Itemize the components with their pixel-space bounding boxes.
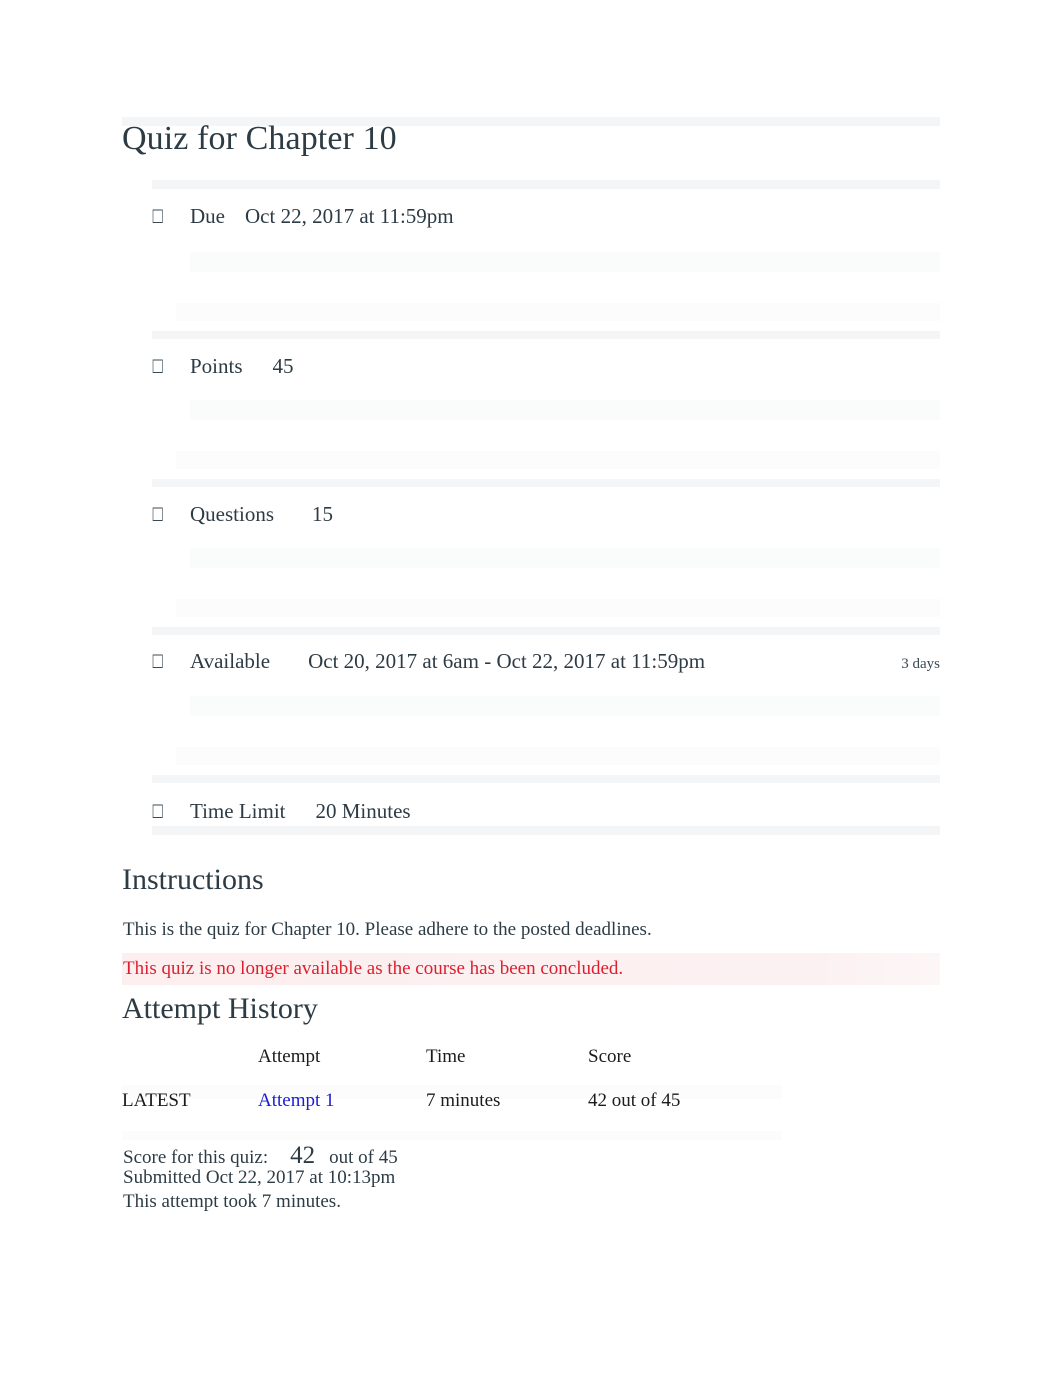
background-band xyxy=(190,548,940,568)
cell-kept-label: LATEST xyxy=(122,1090,191,1111)
attempt-link[interactable]: Attempt 1 xyxy=(258,1090,335,1111)
meta-value-due: Oct 22, 2017 at 11:59pm xyxy=(245,204,454,228)
background-band xyxy=(190,252,940,272)
meta-label-points: Points xyxy=(190,354,243,378)
background-band xyxy=(152,180,940,189)
meta-duration-badge: 3 days xyxy=(901,656,940,672)
attempt-duration: This attempt took 7 minutes. xyxy=(123,1191,341,1212)
instructions-body: This is the quiz for Chapter 10. Please … xyxy=(123,919,652,940)
list-bullet-icon: ⎕ xyxy=(152,504,164,526)
background-band xyxy=(152,627,940,635)
background-band xyxy=(176,451,940,469)
column-header-kept xyxy=(122,1046,258,1090)
attempt-history-heading: Attempt History xyxy=(122,992,318,1025)
quiz-meta-row-due: ⎕ Due Oct 22, 2017 at 11:59pm xyxy=(122,203,940,230)
meta-value-available: Oct 20, 2017 at 6am - Oct 22, 2017 at 11… xyxy=(308,649,706,673)
quiz-meta-row-time-limit: ⎕ Time Limit 20 Minutes xyxy=(122,798,940,825)
instructions-heading: Instructions xyxy=(122,863,264,896)
meta-label-due: Due xyxy=(190,204,225,228)
meta-value-points: 45 xyxy=(272,354,294,378)
quiz-meta-row-available: ⎕ Available Oct 20, 2017 at 6am - Oct 22… xyxy=(122,648,940,675)
background-band xyxy=(176,747,940,765)
quiz-meta-row-points: ⎕ Points 45 xyxy=(122,353,940,380)
column-header-time: Time xyxy=(426,1046,466,1067)
meta-label-questions: Questions xyxy=(190,502,274,526)
warning-message: This quiz is no longer available as the … xyxy=(123,958,624,979)
background-band xyxy=(152,479,940,487)
cell-time: 7 minutes xyxy=(426,1090,501,1111)
meta-value-time-limit: 20 Minutes xyxy=(315,799,411,823)
document-page: Quiz for Chapter 10 ⎕ Due Oct 22, 2017 a… xyxy=(0,0,1062,1377)
meta-label-time-limit: Time Limit xyxy=(190,799,286,823)
submitted-timestamp: Submitted Oct 22, 2017 at 10:13pm xyxy=(123,1167,396,1188)
cell-score: 42 out of 45 xyxy=(588,1090,681,1111)
background-band xyxy=(152,826,940,835)
background-band xyxy=(152,331,940,339)
meta-value-questions: 15 xyxy=(312,502,333,526)
cell-attempt[interactable]: Attempt 1 xyxy=(258,1090,426,1112)
table-row: LATEST Attempt 1 7 minutes 42 out of 45 xyxy=(122,1090,822,1112)
page-title: Quiz for Chapter 10 xyxy=(122,120,397,157)
table-header-row: Attempt Time Score xyxy=(122,1046,822,1090)
list-bullet-icon: ⎕ xyxy=(152,801,164,823)
list-bullet-icon: ⎕ xyxy=(152,206,164,228)
column-header-attempt: Attempt xyxy=(258,1046,321,1067)
attempt-history-table: Attempt Time Score LATEST Attempt 1 7 mi… xyxy=(122,1046,822,1112)
quiz-meta-row-questions: ⎕ Questions 15 xyxy=(122,501,940,528)
list-bullet-icon: ⎕ xyxy=(152,356,164,378)
list-bullet-icon: ⎕ xyxy=(152,651,164,673)
background-band xyxy=(176,303,940,321)
background-band xyxy=(152,775,940,783)
background-band xyxy=(190,400,940,420)
background-band xyxy=(190,696,940,716)
background-band xyxy=(176,599,940,617)
meta-label-available: Available xyxy=(190,649,271,673)
column-header-score: Score xyxy=(588,1046,632,1067)
